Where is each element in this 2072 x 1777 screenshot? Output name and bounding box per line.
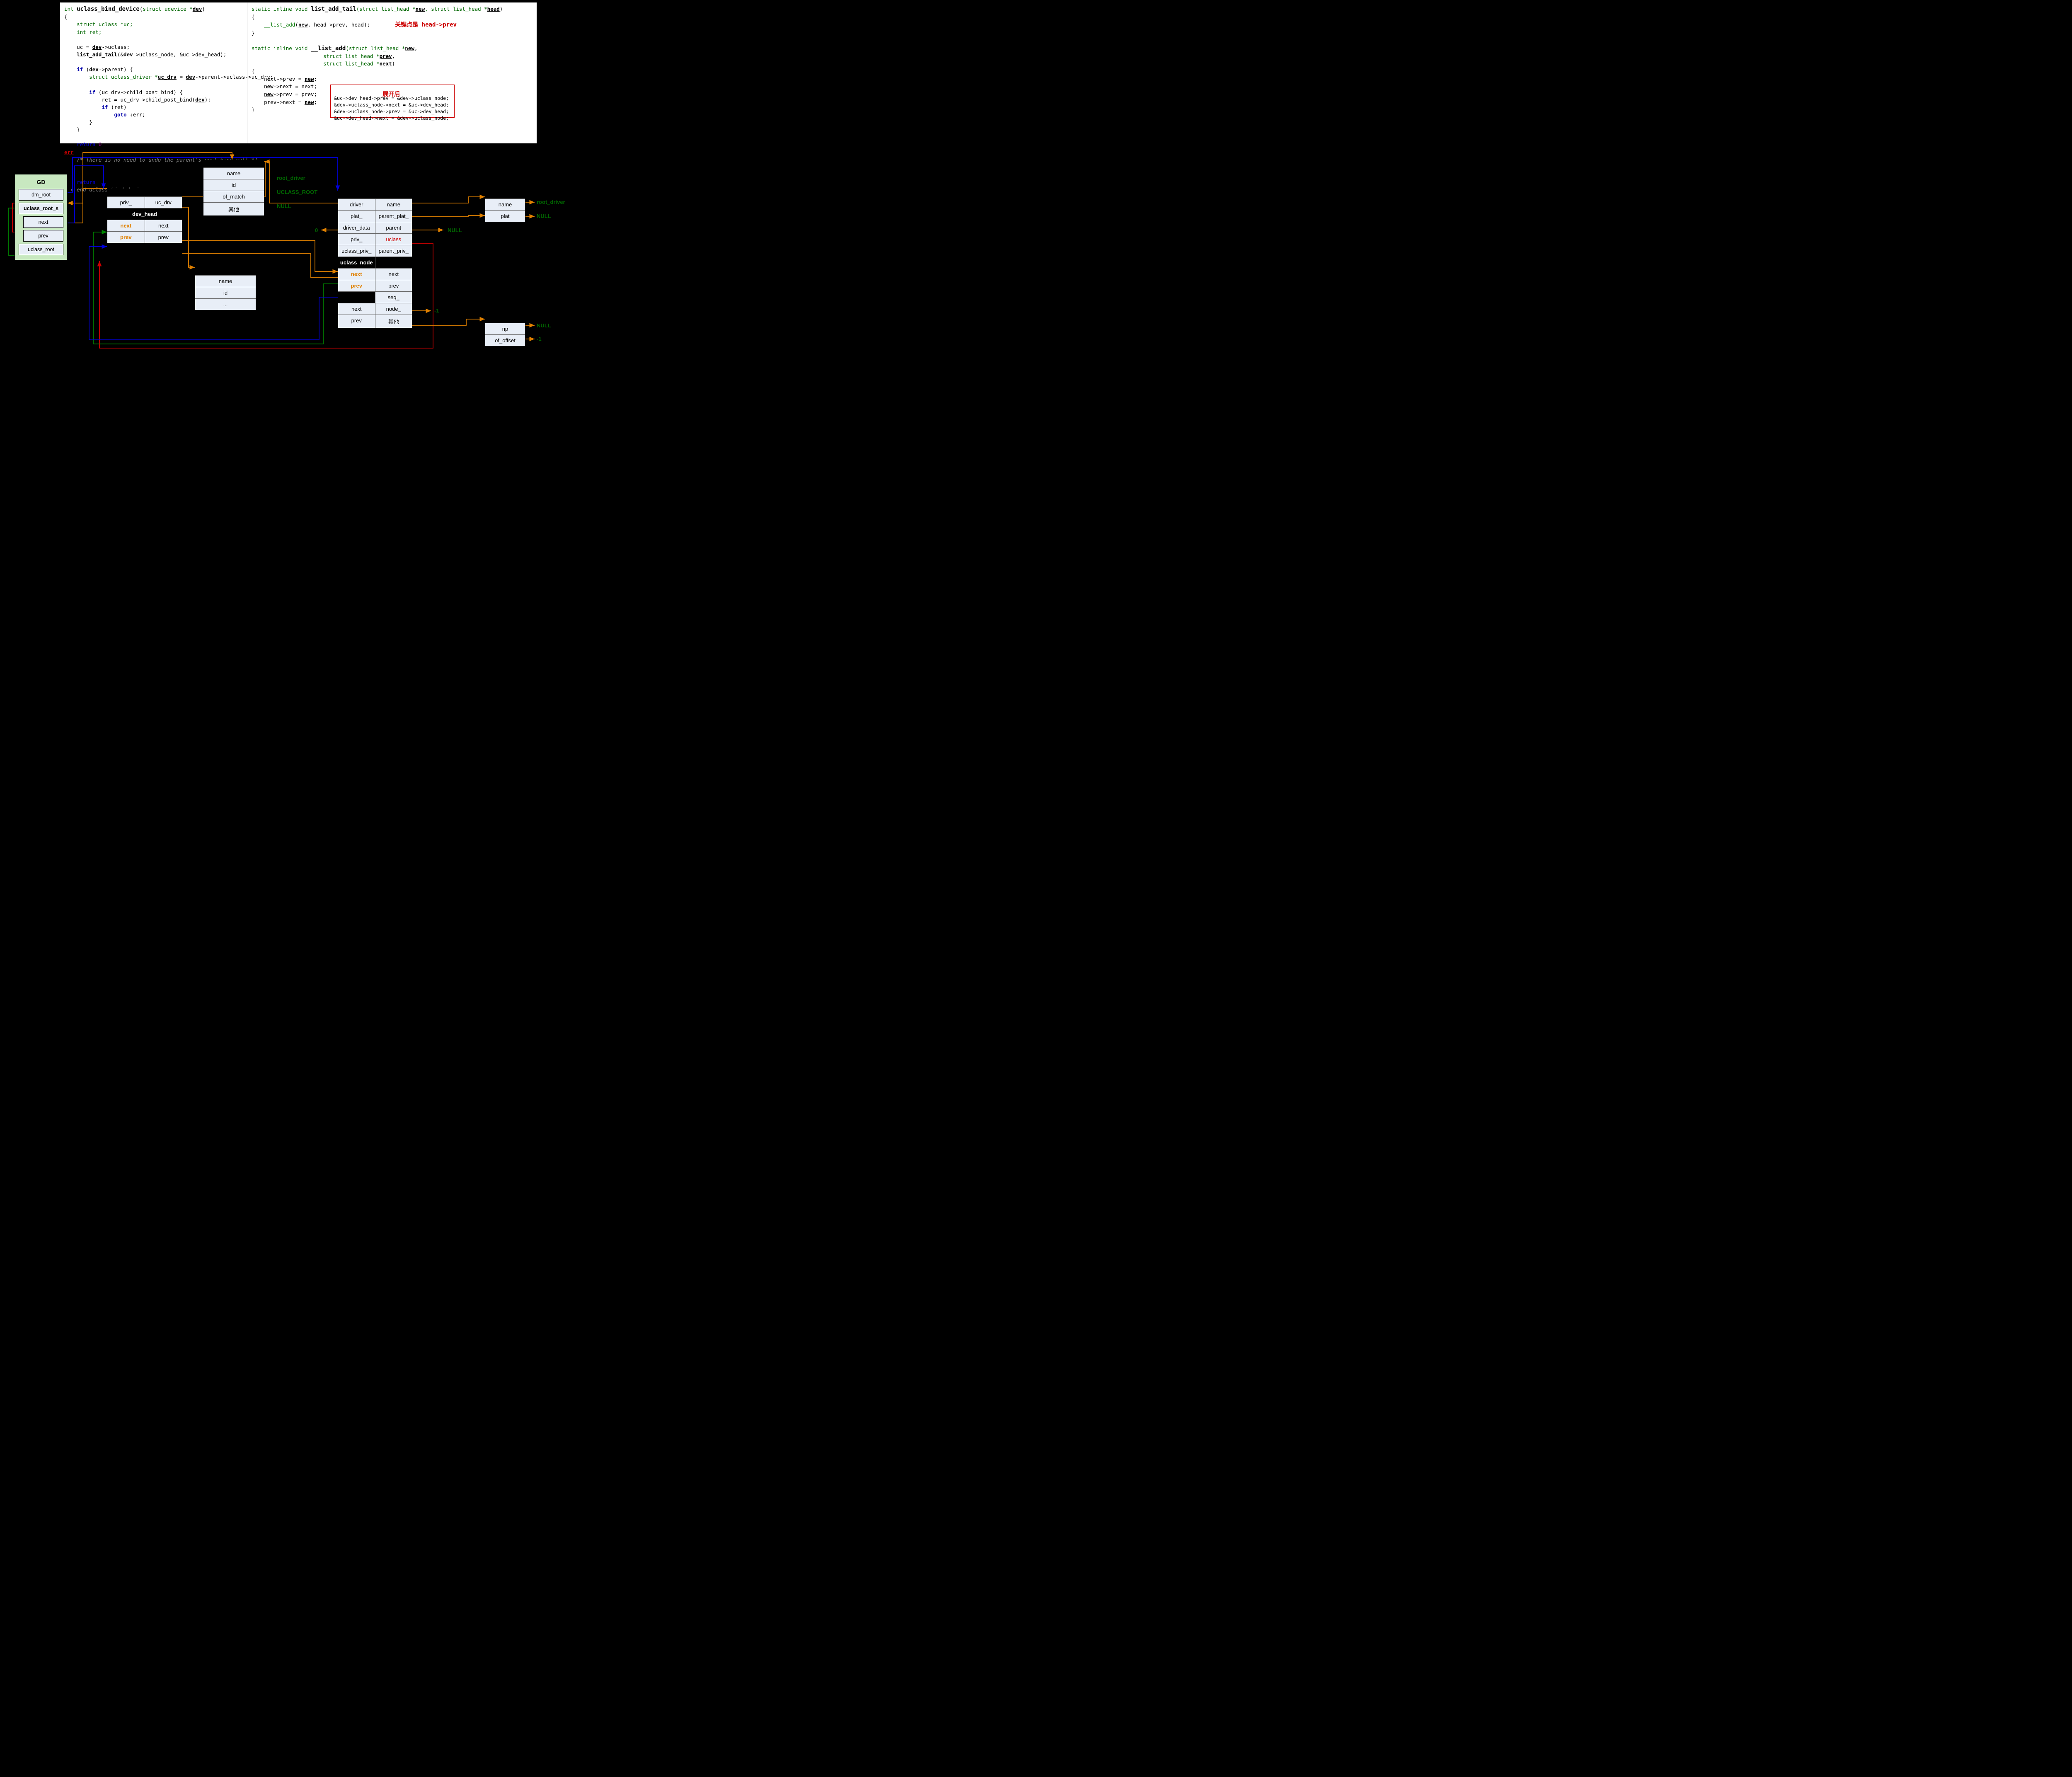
drv2-name: name <box>195 276 256 287</box>
udev-seq: seq_ <box>375 292 412 303</box>
lbl-ucroot: UCLASS_ROOT <box>277 189 317 195</box>
bottomright-box: np of_offset <box>485 315 525 346</box>
br-ofo: of_offset <box>485 335 525 346</box>
udev-priv: priv_ <box>338 234 375 245</box>
uclass-next-r: next <box>145 220 182 231</box>
lbl-null4: NULL <box>537 322 551 329</box>
udev-unode-r <box>375 257 412 268</box>
gd-dmroot: dm_root <box>19 189 63 201</box>
lbl-null3: NULL <box>448 227 462 233</box>
udev-prev-r: prev <box>375 280 412 291</box>
uclass-prev-r: prev <box>145 232 182 243</box>
lbl-rootdrv2: root_driver <box>537 199 565 205</box>
udev-cprev: prev <box>338 315 375 328</box>
udev-ddata: driver_data <box>338 222 375 233</box>
udev-blk <box>338 292 375 303</box>
topright-box: name plat <box>485 191 525 222</box>
udev-plat: plat_ <box>338 211 375 222</box>
lbl-zero: 0 <box>315 227 318 233</box>
udev-ppriv: parent_priv_ <box>375 245 412 257</box>
lbl-null2: NULL <box>537 213 551 219</box>
udev-driver: driver <box>338 199 375 210</box>
drv2-id: id <box>195 287 256 298</box>
uclass-priv: priv_ <box>107 197 145 208</box>
drv2-box: name id ... <box>195 267 256 310</box>
uclass-ucdrv: uc_drv <box>145 197 182 208</box>
drv2-etc: ... <box>195 299 256 310</box>
drv1-ofmatch: of_match <box>203 191 264 202</box>
diagram-area: GD dm_root uclass_root_s next prev uclas… <box>0 149 580 365</box>
udev-cnext: next <box>338 303 375 315</box>
uclass-prev-l: prev <box>107 232 145 243</box>
gd-title: GD <box>17 177 65 187</box>
code-left: int uclass_bind_device(struct udevice *d… <box>60 2 247 143</box>
gd-next: next <box>23 216 63 228</box>
drv1-name: name <box>203 168 264 179</box>
udev-parent: parent <box>375 222 412 233</box>
uclass-devhead: dev_head <box>107 208 182 220</box>
code-right: static inline void list_add_tail(struct … <box>247 2 537 143</box>
tr-plat: plat <box>485 211 525 222</box>
drv1-other: 其他 <box>203 203 264 215</box>
udev-upriv: uclass_priv_ <box>338 245 375 257</box>
udev-prev-l: prev <box>338 280 375 291</box>
udev-next-r: next <box>375 269 412 280</box>
lbl-rootdrv: root_driver <box>277 175 305 181</box>
udev-next-l: next <box>338 269 375 280</box>
lbl-m1: -1 <box>434 307 439 314</box>
gd-uclass-root-s: uclass_root_s <box>19 203 63 214</box>
lbl-m1c: -1 <box>537 336 542 342</box>
code-pane: int uclass_bind_device(struct udevice *d… <box>60 2 537 143</box>
udev-other: 其他 <box>375 315 412 328</box>
udevice-box: drivername plat_parent_plat_ driver_data… <box>338 191 412 328</box>
drv1-box: name id of_match 其他 <box>203 160 264 216</box>
tr-name: name <box>485 199 525 210</box>
expansion-box: &uc->dev_head->prev = &dev->uclass_node;… <box>330 85 455 118</box>
udev-node: node_ <box>375 303 412 315</box>
udev-pplat: parent_plat_ <box>375 211 412 222</box>
gd-uclass-root: uclass_root <box>19 244 63 255</box>
uclass-next-l: next <box>107 220 145 231</box>
udev-name: name <box>375 199 412 210</box>
udev-unode: uclass_node <box>338 257 375 268</box>
udev-uclass: uclass <box>375 234 412 245</box>
uclass-box: priv_uc_drv dev_head nextnext prevprev <box>107 189 182 243</box>
lbl-null: NULL <box>277 203 291 209</box>
drv1-id: id <box>203 179 264 191</box>
gd-prev: prev <box>23 230 63 242</box>
gd-box: GD dm_root uclass_root_s next prev uclas… <box>15 174 68 260</box>
br-np: np <box>485 323 525 334</box>
